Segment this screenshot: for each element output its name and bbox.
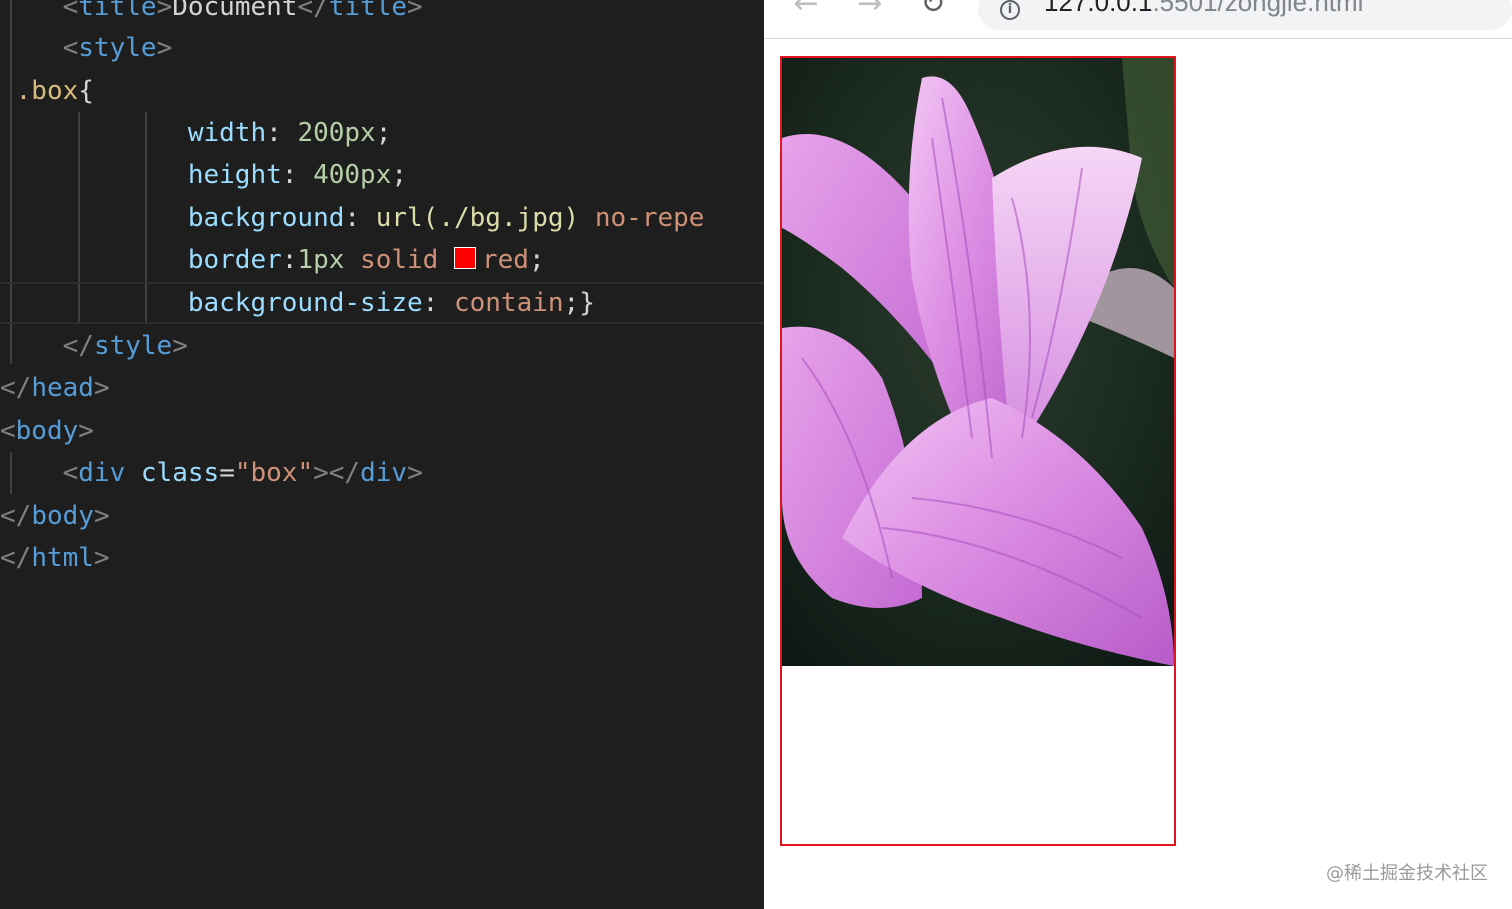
tag-open: </ [0,543,32,573]
code-line[interactable]: <body> [0,410,764,452]
css-separator: : [422,288,454,318]
css-semicolon: ; [375,118,392,148]
tag-close: > [407,0,423,22]
tag-name: div [360,458,408,488]
tag-name: style [93,331,173,361]
tag-open: </ [297,0,329,22]
url-text[interactable]: 127.0.0.1:5501/zongjie.html [1044,0,1363,16]
tag-close: > [156,0,173,22]
code-line[interactable]: <style> [0,27,764,69]
css-value: solid [360,245,439,275]
css-value: red [481,245,529,275]
code-line-current[interactable]: background-size: contain;} [0,282,764,324]
css-function-args: (./bg.jpg) [422,203,580,233]
css-property: border [187,245,282,275]
tag-name: head [31,373,94,403]
tag-close: > [78,416,94,446]
info-icon[interactable]: i [1000,0,1020,20]
tag-open: < [62,0,79,22]
bg-image [782,58,1174,666]
tag-name: style [78,33,157,63]
css-property: height [187,160,282,190]
tag-open: < [0,416,16,446]
code-line[interactable]: background: url(./bg.jpg) no-repe [0,197,764,239]
css-separator: : [281,245,298,275]
code-line[interactable]: width: 200px; [0,112,764,154]
css-function: url [375,203,423,233]
code-line[interactable]: </html> [0,537,764,579]
tag-name: body [31,501,94,531]
attr-name: class [140,458,220,488]
watermark: @稀土掘金技术社区 [1326,863,1488,884]
forward-icon[interactable]: → [852,0,888,22]
code-line[interactable]: height: 400px; [0,154,764,196]
tag-close: > [93,373,110,403]
reload-icon[interactable]: ↻ [915,0,951,22]
code-line[interactable]: border:1px solid red; [0,239,764,281]
css-property: width [187,118,267,148]
tag-name: body [15,416,79,446]
css-semicolon: ; [391,160,408,190]
tag-close: > [313,458,329,488]
css-semicolon: ; [528,245,545,275]
code-line[interactable]: </style> [0,325,764,367]
code-line[interactable]: <title>Document</title> [0,0,764,28]
code-line[interactable]: </head> [0,367,764,409]
browser-toolbar: ← → ↻ i 127.0.0.1:5501/zongjie.html [764,0,1512,39]
tag-close: > [156,33,173,63]
css-separator: : [281,160,314,190]
url-path: :5501/zongjie.html [1152,0,1364,17]
tag-open: </ [328,458,361,488]
tag-name: title [78,0,157,22]
back-icon[interactable]: ← [788,0,824,22]
css-number: 1px [297,245,345,275]
color-swatch[interactable] [453,246,476,269]
tag-close: > [93,501,110,531]
tag-close: > [93,543,110,573]
tag-close: > [407,458,423,488]
css-number: 400px [313,160,392,190]
css-property: background-size [187,288,423,318]
tag-close: > [172,331,188,361]
css-separator: : [344,203,376,233]
css-semicolon: ;} [563,288,595,318]
url-host: 127.0.0.1 [1044,0,1153,17]
tag-open: </ [0,501,32,531]
css-brace: { [78,76,94,106]
box-div [780,56,1176,846]
tag-open: </ [0,373,32,403]
browser-window: ← → ↻ i 127.0.0.1:5501/zongjie.html @稀土掘… [764,0,1512,909]
css-property: background [187,203,345,233]
attr-equals: = [219,458,235,488]
tag-open: < [62,33,79,63]
tag-open: < [62,458,79,488]
code-line[interactable]: <div class="box"></div> [0,452,764,494]
css-value: contain [453,288,564,318]
attr-value: "box" [234,458,314,488]
tag-name: html [31,543,94,573]
css-selector: .box [15,76,79,106]
code-line[interactable]: </body> [0,495,764,537]
css-value: no-repe [594,203,705,233]
css-number: 200px [297,118,376,148]
tag-open: </ [62,331,94,361]
tag-text: Document [172,0,298,22]
code-line[interactable]: .box{ [0,70,764,112]
tag-name: title [328,0,408,22]
css-separator: : [266,118,298,148]
tag-name: div [78,458,126,488]
code-editor[interactable]: <title>Document</title> <style> .box{ wi… [0,0,764,909]
address-bar[interactable]: i 127.0.0.1:5501/zongjie.html [978,0,1512,30]
